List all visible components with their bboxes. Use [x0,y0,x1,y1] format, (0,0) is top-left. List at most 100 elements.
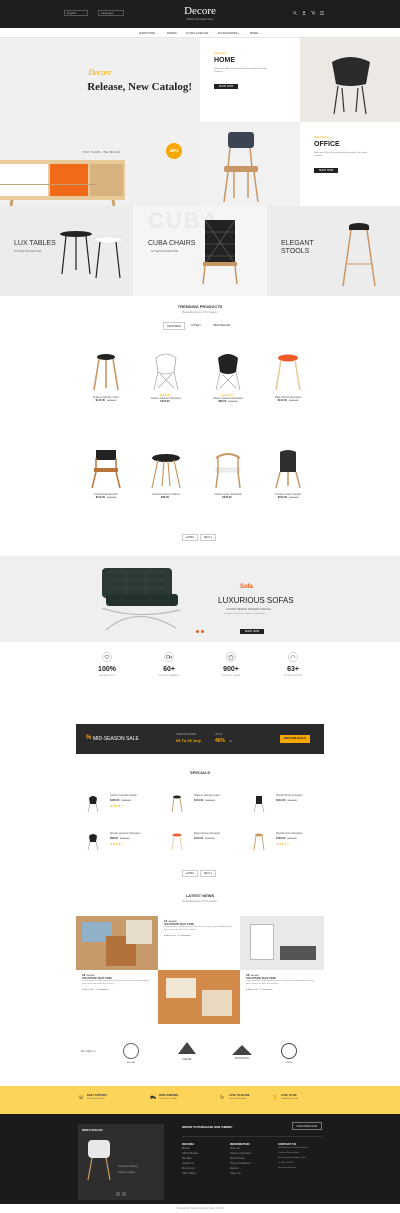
footer-link[interactable]: Order History [182,1171,198,1176]
category-cuba-chairs[interactable]: CUBA CUBA CHAIRS STYLES COLLECTION [133,206,267,296]
nav-item-accessories[interactable]: ACCESSORIES ⌄ [217,28,240,37]
special-name[interactable]: Shabeer Daringle Collez [194,794,220,797]
sofa-banner[interactable]: Sofa LUXURIOUS SOFAS LUXURY DESIGN ON NE… [0,556,400,642]
cart-icon[interactable] [311,11,315,15]
news-author[interactable]: Steve Job [84,989,94,991]
next-button[interactable]: NEXT ▸ [200,534,216,541]
category-elegant-stools[interactable]: ELEGANT STOOLS [267,206,400,296]
menu-icon[interactable] [320,11,324,15]
price-value: $103.00 [277,496,288,499]
stat-label: PRODUCT SALES [221,675,241,677]
tab-bestseller[interactable]: BESTSELLER [207,322,237,330]
carousel-next[interactable] [122,1192,126,1196]
news-card[interactable]: 18 JANUARY VOLUPTATE VELIT ESSE Lorem ip… [76,970,158,1024]
slider-dot[interactable] [201,630,204,633]
slider-dot-active[interactable] [196,630,199,633]
tab-featured[interactable]: FEATURED [163,322,185,330]
special-price: $113.00 $125.00 [194,837,215,840]
special-name[interactable]: Wilmolt Pilorul Sertagard [276,794,302,797]
product-card[interactable]: Occasus Cuple Cuippad $103.00 $112.00 [258,448,318,499]
banner-office-shop-button[interactable]: SHOP NOW [314,168,338,173]
special-name[interactable]: Aspiano Surcjabi Golbigh [110,794,137,797]
nav-item-living[interactable]: LIVING & DECOR [186,28,209,37]
banner-office[interactable]: New Catalog OFFICE Make your Office Furn… [300,122,400,206]
product-image [87,796,99,812]
tab-latest[interactable]: LATEST [187,322,205,330]
phone-icon: ☏ [78,1095,85,1101]
product-card[interactable]: ★★★★☆ Aliquam Quaerat Voluptatem $98.00 $… [198,352,258,403]
copyright: Powered By OpenCart Decore Store © 2024 [0,1204,400,1213]
hero-slider[interactable]: Decore Release, New Catalog! YOU THINK, … [0,38,200,240]
next-button[interactable]: NEXT ▸ [200,870,216,877]
product-card[interactable]: Tempora Incidunt Ustabore $98.00 [136,448,196,499]
news-card[interactable]: 10 JANUARY VOLUPTATE VELIT ESSE Lorem ip… [158,916,240,970]
search-icon[interactable] [293,11,297,15]
brand-logo[interactable]: TRAVEL [167,1058,207,1061]
contact-line[interactable]: info@example.com [278,1166,328,1171]
sofa-title: LUXURIOUS SOFAS [218,596,294,605]
sofa-sub: LUXURY DESIGN ON NEW CATALOG [226,608,272,611]
category-band: LUX TABLES STYLES COLLECTION CUBA CUBA C… [0,206,400,296]
nav-item-furniture[interactable]: FURNITURE ⌄ [139,28,158,37]
brand-logo[interactable]: The Coffee Co [68,1050,108,1053]
news-comments[interactable]: Comments [98,989,109,991]
category-lux-tables[interactable]: LUX TABLES STYLES COLLECTION [0,206,133,296]
brand-logo[interactable]: MOUNTAIN [222,1057,262,1060]
banner-home[interactable]: New Stock HOME Make your Home Furnishing… [200,38,300,122]
old-price: $160.00 [107,399,117,402]
news-author[interactable]: Steve Job [248,989,258,991]
catalog-download-link[interactable]: Download Catalog [118,1164,138,1169]
prev-button[interactable]: ◂ PREV [182,534,198,541]
hero-title: Release, New Catalog! [87,81,192,93]
site-logo[interactable]: Decore [0,5,400,17]
news-post-text: Lorem ipsum is simply dummy text of the … [82,980,150,985]
footer-link[interactable]: Order List [230,1171,251,1176]
services-bar: ☏ DAILY SUPPORT 24/7 Support Team ⛟ FREE… [0,1086,400,1114]
stat-label: PRODUCT BRANDS [158,675,180,677]
carousel-prev[interactable] [116,1192,120,1196]
price-value: $113.00 [277,399,287,402]
news-card[interactable]: 18 JANUARY VOLUPTATE VELIT ESSE Lorem ip… [240,970,324,1024]
product-card[interactable]: Aliquam Quae Voluptatem $242.00 [198,448,258,499]
product-card[interactable]: Magni Dolores Eosquam $113.00 $125.00 [258,352,318,402]
special-item[interactable]: Maintain Fore Flamsdam $103.00 $112.00 ★★… [252,832,328,852]
user-icon[interactable] [302,11,306,15]
product-card[interactable]: ★★★★☆ Aliquam Quaerat Voluptatem $122.00 [136,352,196,403]
news-image[interactable] [240,916,324,970]
special-item[interactable]: Wilmolt Pilorul Sertagard $144.00 $160.00 [252,794,328,814]
category-title: LUX TABLES [14,240,56,247]
special-name[interactable]: Magni Dolores Eosquam [194,832,220,835]
sofa-shop-button[interactable]: SHOP NOW [240,629,264,634]
special-name[interactable]: Aliquam Quaerat Voluptatem [110,832,141,835]
catalog-chair-image [87,1140,111,1181]
special-item[interactable]: Aliquam Quaerat Voluptatem $98.00 $122.00… [86,832,162,852]
special-item[interactable]: Shabeer Daringle Collez $144.00 $160.00 [170,794,246,814]
nav-item-dining[interactable]: DINING [167,28,177,37]
sale-upto: UP TO [215,733,223,736]
news-comments[interactable]: Comments [180,935,191,937]
banner-office-text: Make your Office Furnishing with Ensembl… [314,152,367,157]
product-card[interactable]: Shabeer Daringle Collez $144.00 $160.00 [76,352,136,402]
nav-item-more[interactable]: MORE ⌄ [250,28,262,37]
catalog-explore-link[interactable]: Explore Catalog [118,1170,135,1175]
old-price: $128.00 [106,496,117,499]
product-card[interactable]: Voluptati Nula Besilium $112.00 $128.00 [76,448,136,499]
brand-logo[interactable]: SINCE [269,1062,309,1064]
brand-logo[interactable]: ALLURE [111,1062,151,1064]
news-comments[interactable]: Comments [262,989,273,991]
explore-deals-button[interactable]: EXPLORE DEALS [280,735,310,743]
special-item[interactable]: Aspiano Surcjabi Golbigh $402.00 $480.00 … [86,794,162,814]
special-name[interactable]: Maintain Fore Flamsdam [276,832,302,835]
news-author[interactable]: Steve Job [166,935,176,937]
news-image[interactable] [76,916,158,970]
catalog-box[interactable]: NEW CATALOG Download Catalog Explore Cat… [78,1124,164,1200]
news-image[interactable] [158,970,240,1024]
old-price: $480.00 [121,799,131,802]
brand-seal [281,1043,297,1059]
sale-banner[interactable]: % MID-SEASON SALE STARTING FROM: 09 To 2… [76,724,324,754]
special-item[interactable]: Magni Dolores Eosquam $113.00 $125.00 [170,832,246,852]
purchase-button[interactable]: PURCHASE NOW [292,1122,322,1130]
brand-peak-icon [232,1045,252,1055]
banner-home-shop-button[interactable]: SHOP NOW [214,84,238,89]
prev-button[interactable]: ◂ PREV [182,870,198,877]
